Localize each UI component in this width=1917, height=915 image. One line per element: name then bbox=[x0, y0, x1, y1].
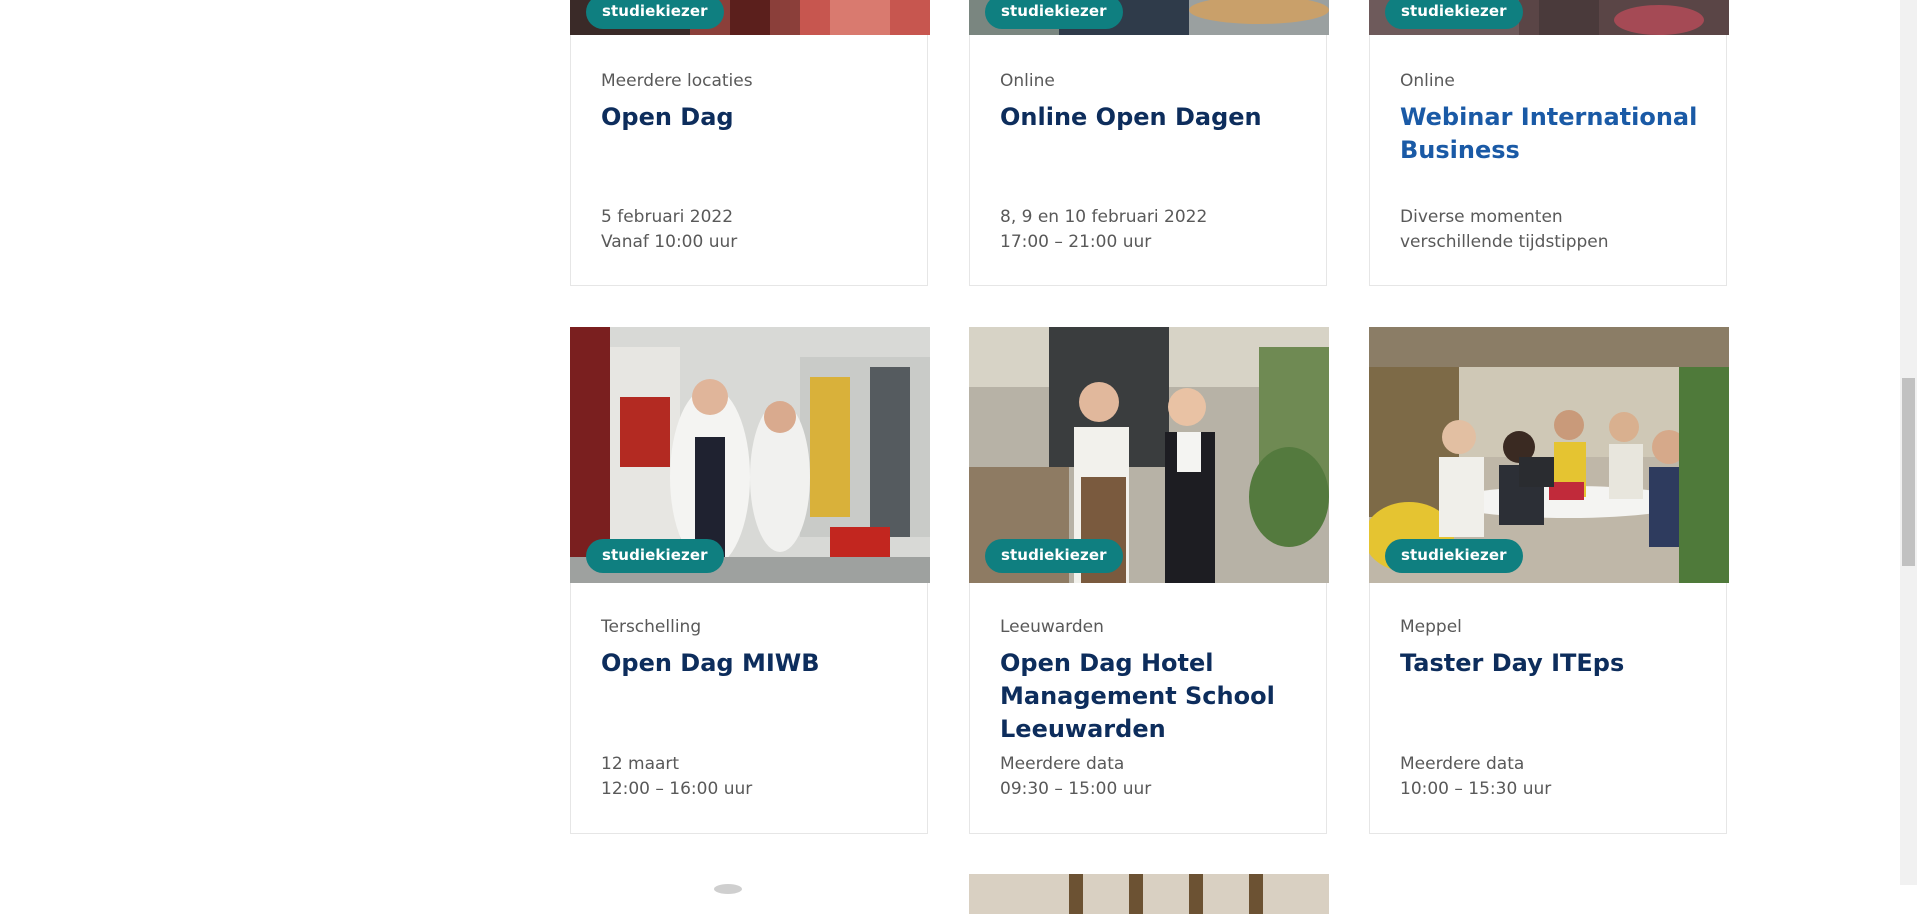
studiekiezer-badge: studiekiezer bbox=[1385, 0, 1523, 29]
event-title[interactable]: Open Dag MIWB bbox=[601, 647, 907, 680]
event-meta: Meerdere data 09:30 – 15:00 uur bbox=[1000, 752, 1151, 802]
event-card-open-dag[interactable]: studiekiezer Meerdere locaties Open Dag … bbox=[570, 0, 930, 286]
event-location: Meerdere locaties bbox=[601, 71, 753, 91]
studiekiezer-badge: studiekiezer bbox=[985, 539, 1123, 573]
event-time: 09:30 – 15:00 uur bbox=[1000, 779, 1152, 799]
card-body: Meerdere locaties Open Dag bbox=[601, 71, 907, 134]
event-date: Meerdere data bbox=[1400, 754, 1525, 774]
event-title[interactable]: Taster Day ITEps bbox=[1400, 647, 1706, 680]
event-time: 12:00 – 16:00 uur bbox=[601, 779, 753, 799]
studiekiezer-badge: studiekiezer bbox=[985, 0, 1123, 29]
event-photo: studiekiezer bbox=[570, 0, 930, 35]
event-meta: 5 februari 2022 Vanaf 10:00 uur bbox=[601, 205, 737, 255]
card-body: Online Webinar International Business bbox=[1400, 71, 1706, 167]
event-card-online-open-dagen[interactable]: studiekiezer Online Online Open Dagen 8,… bbox=[969, 0, 1329, 286]
event-photo: studiekiezer bbox=[969, 327, 1329, 583]
event-date: 8, 9 en 10 februari 2022 bbox=[1000, 207, 1208, 227]
event-time: 17:00 – 21:00 uur bbox=[1000, 232, 1152, 252]
event-location: Online bbox=[1000, 71, 1055, 91]
studiekiezer-badge: studiekiezer bbox=[586, 539, 724, 573]
event-title[interactable]: Webinar International Business bbox=[1400, 101, 1706, 167]
studiekiezer-badge: studiekiezer bbox=[586, 0, 724, 29]
event-time: Vanaf 10:00 uur bbox=[601, 232, 738, 252]
card-body: Meppel Taster Day ITEps bbox=[1400, 617, 1706, 680]
event-meta: 12 maart 12:00 – 16:00 uur bbox=[601, 752, 752, 802]
scrollbar-thumb[interactable] bbox=[1902, 378, 1915, 566]
event-card-partial[interactable] bbox=[700, 875, 760, 915]
event-photo: studiekiezer bbox=[1369, 327, 1729, 583]
page-scrollbar[interactable] bbox=[1900, 0, 1917, 885]
event-meta: 8, 9 en 10 februari 2022 17:00 – 21:00 u… bbox=[1000, 205, 1207, 255]
event-meta: Diverse momenten verschillende tijdstipp… bbox=[1400, 205, 1609, 255]
card-body: Terschelling Open Dag MIWB bbox=[601, 617, 907, 680]
card-body: Online Online Open Dagen bbox=[1000, 71, 1306, 134]
event-date: 12 maart bbox=[601, 754, 680, 774]
event-meta: Meerdere data 10:00 – 15:30 uur bbox=[1400, 752, 1551, 802]
event-date: Meerdere data bbox=[1000, 754, 1125, 774]
event-title[interactable]: Open Dag Hotel Management School Leeuwar… bbox=[1000, 647, 1306, 746]
event-date: 5 februari 2022 bbox=[601, 207, 734, 227]
event-time: 10:00 – 15:30 uur bbox=[1400, 779, 1552, 799]
event-card-webinar-international-business[interactable]: studiekiezer Online Webinar Internationa… bbox=[1369, 0, 1729, 286]
card-body: Leeuwarden Open Dag Hotel Management Sch… bbox=[1000, 617, 1306, 746]
event-title[interactable]: Online Open Dagen bbox=[1000, 101, 1306, 134]
event-photo: studiekiezer bbox=[570, 327, 930, 583]
event-time: verschillende tijdstippen bbox=[1400, 232, 1609, 252]
event-card-partial-image[interactable] bbox=[969, 874, 1329, 914]
event-location: Meppel bbox=[1400, 617, 1462, 637]
event-date: Diverse momenten bbox=[1400, 207, 1563, 227]
event-location: Online bbox=[1400, 71, 1455, 91]
event-title[interactable]: Open Dag bbox=[601, 101, 907, 134]
event-card-open-dag-hotel-management-school[interactable]: studiekiezer Leeuwarden Open Dag Hotel M… bbox=[969, 327, 1329, 834]
event-card-open-dag-miwb[interactable]: studiekiezer Terschelling Open Dag MIWB … bbox=[570, 327, 930, 834]
event-photo: studiekiezer bbox=[969, 0, 1329, 35]
event-card-taster-day-iteps[interactable]: studiekiezer Meppel Taster Day ITEps Mee… bbox=[1369, 327, 1729, 834]
event-location: Leeuwarden bbox=[1000, 617, 1104, 637]
event-location: Terschelling bbox=[601, 617, 702, 637]
event-photo: studiekiezer bbox=[1369, 0, 1729, 35]
studiekiezer-badge: studiekiezer bbox=[1385, 539, 1523, 573]
